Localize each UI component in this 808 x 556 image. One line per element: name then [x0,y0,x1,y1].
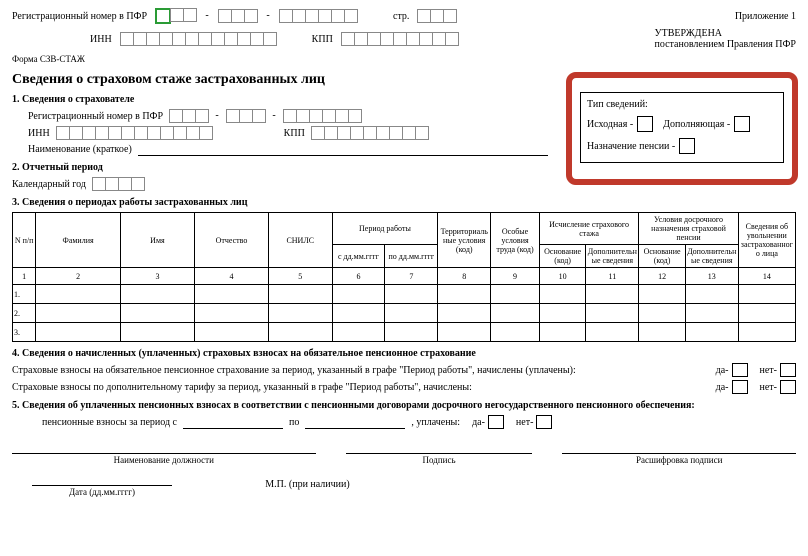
col-fire: Сведения об увольнении застрахованного л… [738,213,795,268]
sig-stamp: М.П. (при наличии) [211,479,404,490]
checkbox-initial[interactable] [637,116,653,132]
opt-suppl: Дополняющая - [663,119,730,130]
s1-reg-3[interactable] [283,109,361,123]
inn-boxes-top [120,32,276,46]
col-extra1: Дополнительные сведения [586,245,639,268]
s4-yes-2[interactable] [732,380,748,394]
s1-reg-2[interactable] [226,109,265,123]
s5-from[interactable] [183,416,283,429]
col-calc: Исчисление страхового стажа [539,213,638,245]
col-name: Имя [120,213,194,268]
sig-date: Дата (дд.мм.гггг) [32,485,172,497]
s2-year[interactable] [92,177,144,191]
checkbox-pension[interactable] [679,138,695,154]
page-label: стр. [393,11,409,22]
appendix: Приложение 1 [735,11,796,22]
reg-boxes-2 [218,9,257,23]
page-boxes [417,9,456,23]
s5-period-label: пенсионные взносы за период с [42,417,177,428]
s2-year-label: Календарный год [12,179,86,190]
s5-no[interactable] [536,415,552,429]
table-row[interactable]: 1. [13,285,796,304]
approved: УТВЕРЖДЕНА [655,28,796,39]
approved-by: постановлением Правления ПФР [655,39,796,50]
col-period: Период работы [332,213,438,245]
s1-inn-label: ИНН [28,128,50,139]
opt-pension: Назначение пенсии - [587,141,675,152]
s1-kpp[interactable] [311,126,428,140]
type-callout: Тип сведений: Исходная - Дополняющая - Н… [566,72,798,185]
col-cond: Особые условия труда (код) [491,213,540,268]
sig-decode: Расшифровка подписи [562,453,796,465]
col-base2: Основание (код) [639,245,686,268]
col-from: с дд.мм.гггг [332,245,385,268]
s5-to[interactable] [305,416,405,429]
col-fam: Фамилия [36,213,121,268]
header-top: Регистрационный номер в ПФР - - стр. При… [12,8,796,24]
s1-reg-1[interactable] [169,109,208,123]
callout-title: Тип сведений: [587,99,777,110]
reg-label: Регистрационный номер в ПФР [12,11,147,22]
s1-inn[interactable] [56,126,212,140]
s1-name-field[interactable] [138,143,548,156]
reg-boxes-1 [155,8,196,24]
sig-sign: Подпись [346,453,533,465]
col-n: N п/п [13,213,36,268]
table-row[interactable]: 3. [13,323,796,342]
s1-name-label: Наименование (краткое) [28,144,132,155]
reg-boxes-3 [279,9,357,23]
s4-yes-1[interactable] [732,363,748,377]
s4-heading: 4. Сведения о начисленных (уплаченных) с… [12,348,796,359]
header-second: ИНН КПП УТВЕРЖДЕНА постановлением Правле… [12,28,796,50]
col-to: по дд.мм.гггг [385,245,438,268]
checkbox-suppl[interactable] [734,116,750,132]
kpp-boxes-top [341,32,458,46]
opt-initial: Исходная - [587,119,633,130]
col-terr: Территориальные условия (код) [438,213,491,268]
col-extra2: Дополнительные сведения [685,245,738,268]
s3-heading: 3. Сведения о периодах работы застрахова… [12,197,796,208]
s4-no-2[interactable] [780,380,796,394]
table-row[interactable]: 2. [13,304,796,323]
s1-kpp-label: КПП [284,128,305,139]
form-code: Форма СЗВ-СТАЖ [12,54,796,64]
col-patr: Отчество [194,213,268,268]
s5-yes[interactable] [488,415,504,429]
s1-reg-label: Регистрационный номер в ПФР [28,111,163,122]
s4-line1: Страховые взносы на обязательное пенсион… [12,365,576,376]
col-early: Условия досрочного назначения страховой … [639,213,738,245]
kpp-label-top: КПП [312,34,333,45]
s5-heading: 5. Сведения об уплаченных пенсионных взн… [12,400,796,411]
col-base1: Основание (код) [539,245,586,268]
inn-label-top: ИНН [90,34,112,45]
col-snils: СНИЛС [269,213,332,268]
s4-no-1[interactable] [780,363,796,377]
signature-block: Наименование должности Подпись Расшифров… [12,439,796,465]
periods-table: N п/п Фамилия Имя Отчество СНИЛС Период … [12,212,796,342]
s4-line2: Страховые взносы по дополнительному тари… [12,382,472,393]
sig-position: Наименование должности [12,453,316,465]
